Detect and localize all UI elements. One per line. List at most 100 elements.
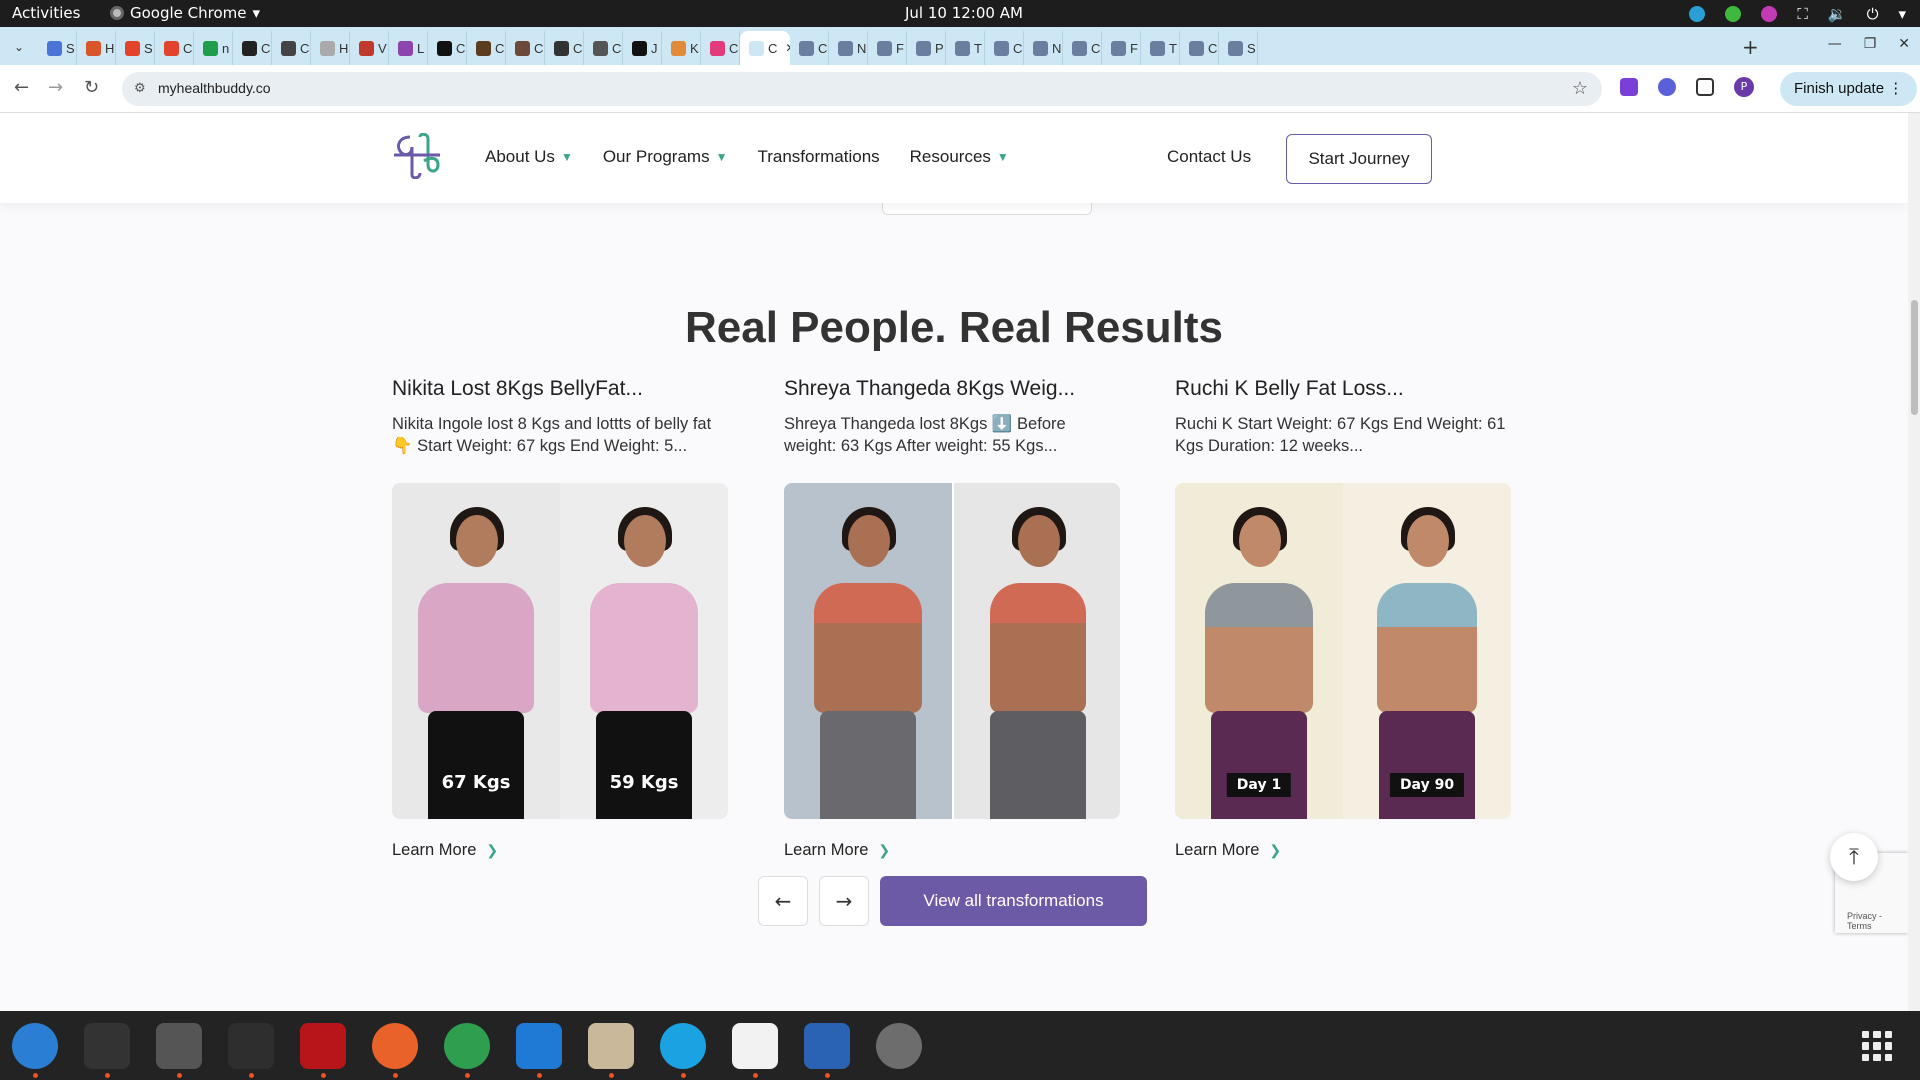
browser-tab[interactable]: J bbox=[623, 31, 662, 65]
omnibox[interactable]: ⚙ myhealthbuddy.co ☆ bbox=[122, 72, 1602, 106]
card-title[interactable]: Shreya Thangeda 8Kgs Weig... bbox=[784, 377, 1120, 401]
before-after-photo[interactable]: Day 1 Day 90 bbox=[1175, 483, 1511, 819]
browser-tab[interactable]: n bbox=[194, 31, 233, 65]
forward-icon[interactable]: → bbox=[48, 77, 63, 98]
browser-tab[interactable]: C bbox=[701, 31, 740, 65]
tab-favicon-icon bbox=[554, 40, 569, 56]
check-icon[interactable] bbox=[1725, 6, 1742, 22]
browser-tab[interactable]: C bbox=[985, 31, 1024, 65]
thunderbird-icon[interactable] bbox=[12, 1023, 58, 1078]
terminal-icon[interactable] bbox=[84, 1023, 130, 1078]
browser-tab[interactable]: F bbox=[1102, 31, 1141, 65]
tab-active[interactable]: C✕ bbox=[740, 31, 790, 65]
card-title[interactable]: Nikita Lost 8Kgs BellyFat... bbox=[392, 377, 728, 401]
profile-avatar[interactable]: P bbox=[1734, 77, 1754, 97]
browser-tab[interactable]: N bbox=[1024, 31, 1063, 65]
learn-more-link[interactable]: Learn More ❯ bbox=[1175, 841, 1511, 860]
calculator-icon[interactable] bbox=[156, 1023, 202, 1078]
browser-tab[interactable]: C bbox=[545, 31, 584, 65]
puzzle-extension-icon[interactable] bbox=[1696, 78, 1714, 96]
nav-our-programs[interactable]: Our Programs ▼ bbox=[603, 147, 728, 167]
nav-about-us[interactable]: About Us ▼ bbox=[485, 147, 573, 167]
running-indicator bbox=[249, 1073, 254, 1078]
browser-tab[interactable]: H bbox=[77, 31, 116, 65]
activities-button[interactable]: Activities bbox=[12, 4, 80, 22]
document-viewer-icon[interactable] bbox=[804, 1023, 850, 1078]
nav-resources[interactable]: Resources ▼ bbox=[910, 147, 1009, 167]
browser-tab[interactable]: C bbox=[272, 31, 311, 65]
disk-utility-icon[interactable] bbox=[876, 1023, 922, 1069]
bookmark-star-icon[interactable]: ☆ bbox=[1572, 78, 1588, 99]
scrollbar-thumb[interactable] bbox=[1911, 300, 1918, 415]
browser-tab[interactable]: C bbox=[790, 31, 829, 65]
browser-tab[interactable]: S bbox=[116, 31, 155, 65]
close-icon[interactable]: ✕ bbox=[1898, 36, 1910, 52]
before-after-photo[interactable] bbox=[784, 483, 1120, 819]
browser-tab[interactable]: C bbox=[584, 31, 623, 65]
restore-icon[interactable]: ❐ bbox=[1864, 36, 1877, 52]
site-info-icon[interactable]: ⚙ bbox=[134, 81, 146, 96]
filezilla-icon[interactable] bbox=[300, 1023, 346, 1078]
view-all-transformations-button[interactable]: View all transformations bbox=[880, 876, 1147, 926]
browser-tab[interactable]: C bbox=[428, 31, 467, 65]
browser-tab[interactable]: C bbox=[467, 31, 506, 65]
browser-tab[interactable]: C bbox=[1180, 31, 1219, 65]
volume-icon[interactable]: 🔉 bbox=[1828, 5, 1847, 23]
browser-tab[interactable]: S bbox=[1219, 31, 1258, 65]
reload-icon[interactable]: ↻ bbox=[84, 77, 99, 98]
skype-icon[interactable] bbox=[660, 1023, 706, 1078]
sync-icon[interactable] bbox=[1689, 6, 1706, 22]
browser-tab[interactable]: L bbox=[389, 31, 428, 65]
nav-contact-us[interactable]: Contact Us bbox=[1167, 147, 1251, 167]
browser-tab[interactable]: T bbox=[1141, 31, 1180, 65]
power-icon[interactable]: ⏻ bbox=[1867, 5, 1879, 23]
running-indicator bbox=[177, 1073, 182, 1078]
browser-tab[interactable]: F bbox=[868, 31, 907, 65]
network-icon[interactable]: ⛶ bbox=[1797, 5, 1808, 23]
browser-tab[interactable]: K bbox=[662, 31, 701, 65]
tab-search-icon[interactable]: ⌄ bbox=[8, 36, 30, 58]
caret-down-icon[interactable]: ▾ bbox=[1898, 5, 1906, 23]
previous-section-button[interactable] bbox=[882, 203, 1092, 215]
previous-arrow-button[interactable]: ← bbox=[758, 876, 808, 926]
browser-tab[interactable]: P bbox=[907, 31, 946, 65]
page-scrollbar[interactable] bbox=[1908, 113, 1920, 1011]
system-tray[interactable]: ⛶ 🔉 ⏻ ▾ bbox=[1689, 5, 1906, 23]
text-editor-icon[interactable] bbox=[732, 1023, 778, 1078]
running-indicator bbox=[393, 1073, 398, 1078]
browser-tab[interactable]: C bbox=[1063, 31, 1102, 65]
learn-more-link[interactable]: Learn More ❯ bbox=[392, 841, 728, 860]
before-after-photo[interactable]: 67 Kgs 59 Kgs bbox=[392, 483, 728, 819]
browser-tab[interactable]: T bbox=[946, 31, 985, 65]
pen-extension-icon[interactable] bbox=[1620, 78, 1638, 96]
system-monitor-icon[interactable] bbox=[228, 1023, 274, 1078]
vscode-icon[interactable] bbox=[516, 1023, 562, 1078]
new-tab-button[interactable]: + bbox=[1742, 35, 1759, 59]
browser-tab[interactable]: C bbox=[233, 31, 272, 65]
browser-tab[interactable]: C bbox=[155, 31, 194, 65]
chrome-icon[interactable] bbox=[444, 1023, 490, 1078]
firefox-icon[interactable] bbox=[372, 1023, 418, 1078]
next-arrow-button[interactable]: → bbox=[819, 876, 869, 926]
browser-tab[interactable]: V bbox=[350, 31, 389, 65]
browser-tab[interactable]: N bbox=[829, 31, 868, 65]
color-picker-icon[interactable] bbox=[1761, 6, 1778, 22]
myhealthbuddy-logo[interactable] bbox=[392, 133, 442, 179]
gear-extension-icon[interactable] bbox=[1658, 78, 1676, 96]
browser-tab[interactable]: S bbox=[38, 31, 77, 65]
browser-tab[interactable]: C bbox=[506, 31, 545, 65]
scroll-to-top-button[interactable]: ⤒ bbox=[1830, 833, 1878, 881]
nav-transformations[interactable]: Transformations bbox=[757, 147, 879, 167]
url-text[interactable]: myhealthbuddy.co bbox=[158, 80, 271, 96]
browser-tab[interactable]: H bbox=[311, 31, 350, 65]
card-title[interactable]: Ruchi K Belly Fat Loss... bbox=[1175, 377, 1511, 401]
finish-update-button[interactable]: Finish update ⋮ bbox=[1780, 72, 1918, 106]
learn-more-link[interactable]: Learn More ❯ bbox=[784, 841, 1120, 860]
back-icon[interactable]: ← bbox=[14, 77, 29, 98]
clock[interactable]: Jul 10 12:00 AM bbox=[905, 4, 1023, 22]
files-icon[interactable] bbox=[588, 1023, 634, 1078]
show-applications-icon[interactable] bbox=[1862, 1031, 1892, 1061]
minimize-icon[interactable]: — bbox=[1828, 36, 1842, 52]
start-journey-button[interactable]: Start Journey bbox=[1286, 134, 1432, 184]
app-menu[interactable]: Google Chrome ▾ bbox=[110, 4, 260, 22]
